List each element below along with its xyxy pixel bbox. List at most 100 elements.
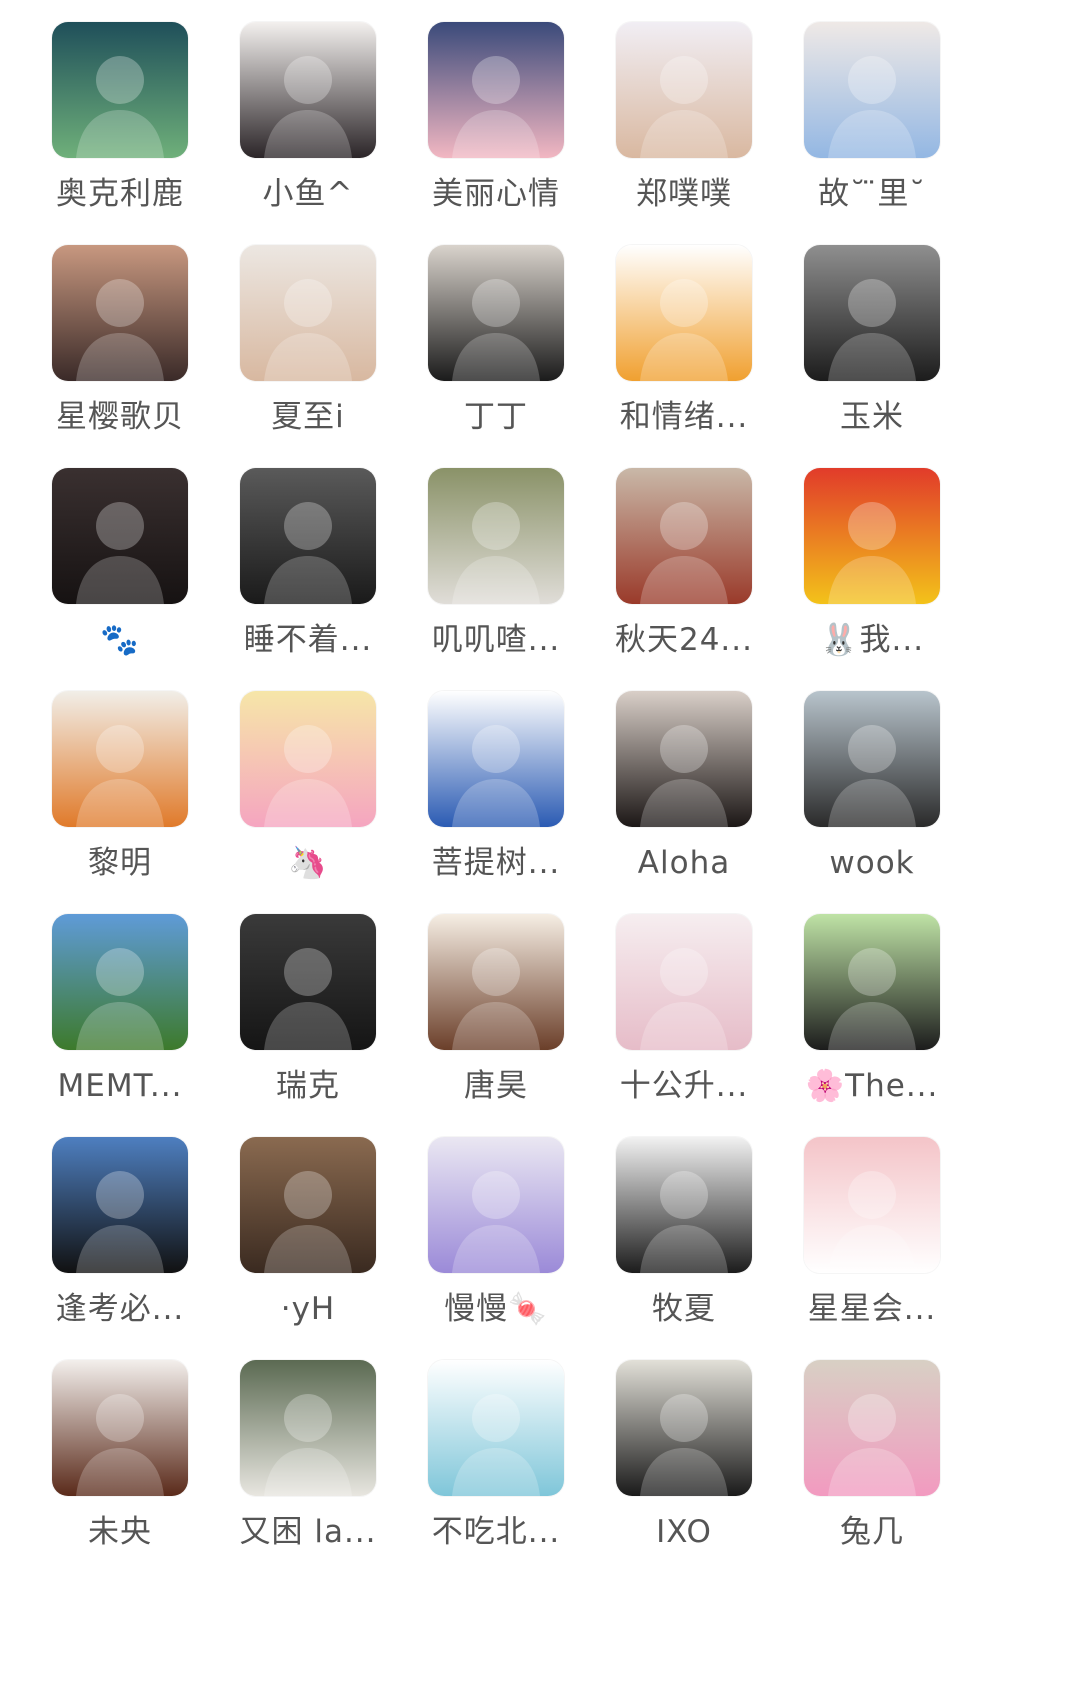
contact-item[interactable]: 🦄 (208, 691, 408, 921)
plush-fox-avatar-icon (616, 22, 752, 158)
anime-girl-avatar-icon (428, 22, 564, 158)
contact-avatar[interactable] (616, 245, 752, 381)
contact-avatar[interactable] (616, 691, 752, 827)
person-avatar-icon (52, 1137, 188, 1273)
contact-item[interactable]: 玉米 (772, 245, 972, 475)
contact-name: 夏至i (271, 399, 345, 435)
contact-item[interactable]: 唐昊 (396, 914, 596, 1144)
contact-item[interactable]: 郑噗噗 (584, 22, 784, 252)
contact-name: 逢考必... (55, 1291, 185, 1327)
contact-avatar[interactable] (804, 245, 940, 381)
contact-avatar[interactable] (240, 1137, 376, 1273)
contact-avatar[interactable] (616, 1360, 752, 1496)
contact-avatar[interactable] (52, 22, 188, 158)
contact-avatar[interactable] (240, 468, 376, 604)
contact-item[interactable]: 秋天24... (584, 468, 784, 698)
contact-item[interactable]: 🌸The... (772, 914, 972, 1144)
contact-name: 瑞克 (276, 1068, 340, 1104)
contact-name: 又困 la... (239, 1514, 377, 1550)
cartoon-girl-avatar-icon (804, 914, 940, 1050)
contact-item[interactable]: 叽叽喳... (396, 468, 596, 698)
contact-avatar[interactable] (616, 22, 752, 158)
contact-name: 慢慢🍬 (444, 1291, 548, 1327)
contact-avatar[interactable] (428, 468, 564, 604)
contact-avatar[interactable] (616, 1137, 752, 1273)
contact-item[interactable]: 瑞克 (208, 914, 408, 1144)
contact-item[interactable]: 菩提树... (396, 691, 596, 921)
contact-name: 睡不着... (243, 622, 373, 658)
contact-name: MEMT... (57, 1068, 183, 1104)
anime-avatar-icon (804, 1360, 940, 1496)
contact-avatar[interactable] (240, 1360, 376, 1496)
contact-name: 丁丁 (464, 399, 528, 435)
contact-item[interactable]: IXO (584, 1360, 784, 1590)
contact-name: 郑噗噗 (636, 176, 732, 212)
contact-item[interactable]: 星星会... (772, 1137, 972, 1367)
contact-avatar[interactable] (804, 22, 940, 158)
contact-item[interactable]: 夏至i (208, 245, 408, 475)
contact-avatar[interactable] (804, 468, 940, 604)
contact-item[interactable]: Aloha (584, 691, 784, 921)
contact-item[interactable]: 逢考必... (20, 1137, 220, 1367)
person-avatar-icon (240, 468, 376, 604)
contact-avatar[interactable] (240, 245, 376, 381)
cartoon-bear-avatar-icon (804, 1137, 940, 1273)
anime-girl-avatar-icon (52, 691, 188, 827)
person-avatar-icon (616, 1360, 752, 1496)
contact-item[interactable]: 丁丁 (396, 245, 596, 475)
contact-avatar[interactable] (804, 1360, 940, 1496)
contact-avatar[interactable] (616, 468, 752, 604)
contact-item[interactable]: 又困 la... (208, 1360, 408, 1590)
contact-avatar[interactable] (428, 1360, 564, 1496)
contact-item[interactable]: 美丽心情 (396, 22, 596, 252)
contact-name: 🌸The... (805, 1068, 939, 1104)
contact-avatar[interactable] (52, 1137, 188, 1273)
contact-avatar[interactable] (52, 245, 188, 381)
contact-avatar[interactable] (428, 914, 564, 1050)
contact-avatar[interactable] (428, 691, 564, 827)
contact-avatar[interactable] (616, 914, 752, 1050)
contact-item[interactable]: 不吃北... (396, 1360, 596, 1590)
contact-avatar[interactable] (52, 1360, 188, 1496)
contact-name: 玉米 (840, 399, 904, 435)
contact-name: 星星会... (807, 1291, 937, 1327)
contact-item[interactable]: 和情绪... (584, 245, 784, 475)
contact-name: 牧夏 (652, 1291, 716, 1327)
contact-item[interactable]: 奥克利鹿 (20, 22, 220, 252)
contact-item[interactable]: 睡不着... (208, 468, 408, 698)
contact-item[interactable]: 慢慢🍬 (396, 1137, 596, 1367)
illustrated-girl-avatar-icon (804, 22, 940, 158)
contact-item[interactable]: 黎明 (20, 691, 220, 921)
contact-item[interactable]: 小鱼^ (208, 22, 408, 252)
contact-item[interactable]: 未央 (20, 1360, 220, 1590)
contact-avatar[interactable] (52, 468, 188, 604)
contact-item[interactable]: 牧夏 (584, 1137, 784, 1367)
contact-avatar[interactable] (428, 1137, 564, 1273)
contact-avatar[interactable] (240, 914, 376, 1050)
contact-avatar[interactable] (240, 691, 376, 827)
people-avatar-icon (240, 914, 376, 1050)
contact-name: 秋天24... (614, 622, 753, 658)
contact-avatar[interactable] (428, 22, 564, 158)
contact-avatar[interactable] (804, 914, 940, 1050)
contact-item[interactable]: 🐰我... (772, 468, 972, 698)
contact-name: 未央 (88, 1514, 152, 1550)
anime-girl-avatar-icon (240, 22, 376, 158)
contact-avatar[interactable] (804, 1137, 940, 1273)
contact-avatar[interactable] (428, 245, 564, 381)
contact-item[interactable]: 🐾 (20, 468, 220, 698)
contact-item[interactable]: 星樱歌贝 (20, 245, 220, 475)
contact-item[interactable]: 故˘ ̈里˘ (772, 22, 972, 252)
contact-avatar[interactable] (52, 914, 188, 1050)
person-avatar-icon (804, 691, 940, 827)
contact-name: 不吃北... (431, 1514, 561, 1550)
contact-avatar[interactable] (240, 22, 376, 158)
contact-item[interactable]: MEMT... (20, 914, 220, 1144)
contact-item[interactable]: wook (772, 691, 972, 921)
contact-avatar[interactable] (52, 691, 188, 827)
contact-name: 十公升... (619, 1068, 749, 1104)
contact-item[interactable]: 兔几 (772, 1360, 972, 1590)
contact-item[interactable]: 十公升... (584, 914, 784, 1144)
contact-item[interactable]: ·yH (208, 1137, 408, 1367)
contact-avatar[interactable] (804, 691, 940, 827)
